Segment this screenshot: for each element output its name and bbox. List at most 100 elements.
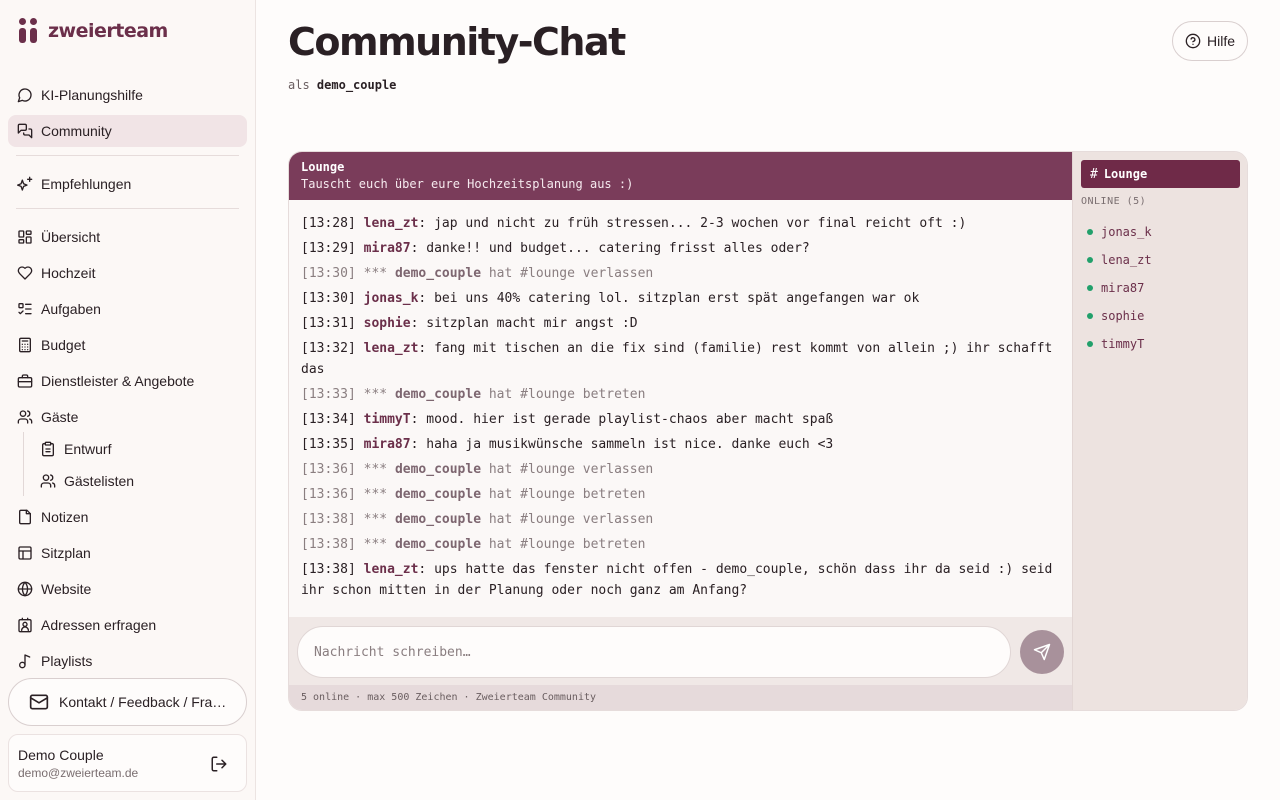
help-button[interactable]: Hilfe [1172, 21, 1248, 61]
chat-message: [13:38] lena_zt: ups hatte das fenster n… [301, 559, 1060, 601]
online-status-icon [1087, 257, 1093, 263]
online-status-icon [1087, 229, 1093, 235]
clipboard-icon [42, 441, 54, 457]
message-nick[interactable]: demo_couple [395, 266, 481, 281]
nav-item-aufgaben[interactable]: Aufgaben [8, 293, 247, 325]
message-nick[interactable]: demo_couple [395, 462, 481, 477]
nav-label: Dienstleister & Angebote [41, 373, 195, 389]
chat-message: [13:29] mira87: danke!! und budget... ca… [301, 238, 1060, 259]
logout-icon[interactable] [210, 755, 228, 773]
contact-feedback-button[interactable]: Kontakt / Feedback / Fragen [8, 678, 247, 726]
message-nick[interactable]: demo_couple [395, 512, 481, 527]
online-user[interactable]: sophie [1087, 302, 1237, 330]
online-user[interactable]: timmyT [1087, 330, 1237, 358]
nav-label: Aufgaben [41, 301, 101, 317]
message-nick[interactable]: lena_zt [364, 216, 419, 231]
message-text: : mood. hier ist gerade playlist-chaos a… [410, 412, 834, 427]
message-text: : sitzplan macht mir angst :D [410, 316, 638, 331]
chat-panel: Lounge Tauscht euch über eure Hochzeitsp… [288, 151, 1248, 711]
message-timestamp: [13:28] [301, 216, 356, 231]
message-text: hat #lounge betreten [481, 487, 646, 502]
system-message: [13:33] *** demo_couple hat #lounge betr… [301, 384, 1060, 405]
message-timestamp: [13:38] [301, 562, 356, 577]
message-text: : jap und nicht zu früh stressen... 2-3 … [418, 216, 967, 231]
system-message: [13:36] *** demo_couple hat #lounge betr… [301, 484, 1060, 505]
message-nick[interactable]: lena_zt [364, 562, 419, 577]
message-nick[interactable]: timmyT [364, 412, 411, 427]
hash-icon: # [1090, 166, 1098, 182]
nav-item-entwurf[interactable]: Entwurf [34, 433, 247, 465]
users-icon [17, 410, 33, 424]
nav-item-notizen[interactable]: Notizen [8, 501, 247, 533]
nav-item-uebersicht[interactable]: Übersicht [8, 221, 247, 253]
chat-message: [13:32] lena_zt: fang mit tischen an die… [301, 338, 1060, 380]
message-nick[interactable]: sophie [364, 316, 411, 331]
message-nick[interactable]: demo_couple [395, 387, 481, 402]
brand-name: zweierteam [48, 20, 168, 42]
heart-icon [17, 266, 33, 280]
nav-item-playlists[interactable]: Playlists [8, 645, 247, 677]
online-user[interactable]: mira87 [1087, 274, 1237, 302]
message-nick[interactable]: mira87 [364, 437, 411, 452]
message-nick[interactable]: jonas_k [364, 291, 419, 306]
online-user-name: sophie [1101, 309, 1145, 323]
chat-sidebar: # Lounge ONLINE (5) jonas_k lena_zt mira87… [1072, 152, 1247, 710]
nav-label: Gäste [41, 409, 79, 425]
message-nick[interactable]: mira87 [364, 241, 411, 256]
channel-item-lounge[interactable]: # Lounge [1081, 160, 1240, 188]
nav-label: KI-Planungshilfe [41, 87, 143, 103]
message-text: hat #lounge betreten [481, 537, 646, 552]
nav-label: Empfehlungen [41, 176, 132, 192]
online-user[interactable]: jonas_k [1087, 218, 1237, 246]
nav-item-hochzeit[interactable]: Hochzeit [8, 257, 247, 289]
nav-item-dienstleister[interactable]: Dienstleister & Angebote [8, 365, 247, 397]
online-user[interactable]: lena_zt [1087, 246, 1237, 274]
online-user-name: jonas_k [1101, 225, 1152, 239]
nav-item-website[interactable]: Website [8, 573, 247, 605]
system-message: [13:38] *** demo_couple hat #lounge verl… [301, 509, 1060, 530]
system-prefix: *** [355, 266, 395, 281]
page-title: Community-Chat [288, 20, 626, 64]
nav-item-ki-planungshilfe[interactable]: KI-Planungshilfe [8, 79, 247, 111]
contact-label: Kontakt / Feedback / Fragen [59, 694, 229, 710]
nav-item-gaeste[interactable]: Gäste [8, 401, 247, 433]
message-nick[interactable]: demo_couple [395, 487, 481, 502]
channel-topic: Tauscht euch über eure Hochzeitsplanung … [301, 177, 634, 191]
message-timestamp: [13:32] [301, 341, 356, 356]
message-text: hat #lounge verlassen [481, 462, 654, 477]
message-timestamp: [13:36] [301, 487, 356, 502]
briefcase-icon [17, 374, 33, 388]
message-nick[interactable]: demo_couple [395, 537, 481, 552]
nav-item-community[interactable]: Community [8, 115, 247, 147]
message-timestamp: [13:34] [301, 412, 356, 427]
music-note-icon [19, 654, 31, 669]
online-status-icon [1087, 313, 1093, 319]
nav-label: Community [41, 123, 112, 139]
nav-item-sitzplan[interactable]: Sitzplan [8, 537, 247, 569]
nav-item-gaestelisten[interactable]: Gästelisten [34, 465, 247, 497]
message-input[interactable] [297, 626, 1011, 678]
chat-message: [13:31] sophie: sitzplan macht mir angst… [301, 313, 1060, 334]
send-button[interactable] [1020, 630, 1064, 674]
system-prefix: *** [355, 387, 395, 402]
message-timestamp: [13:36] [301, 462, 356, 477]
message-nick[interactable]: lena_zt [364, 341, 419, 356]
message-list[interactable]: [13:28] lena_zt: jap und nicht zu früh s… [289, 200, 1072, 617]
brand-logo[interactable]: zweierteam [18, 18, 168, 44]
chat-message: [13:30] jonas_k: bei uns 40% catering lo… [301, 288, 1060, 309]
chat-main: Lounge Tauscht euch über eure Hochzeitsp… [289, 152, 1072, 710]
system-prefix: *** [355, 462, 395, 477]
message-timestamp: [13:31] [301, 316, 356, 331]
sidebar: zweierteam KI-Planungshilfe Community Em… [0, 0, 256, 800]
system-message: [13:36] *** demo_couple hat #lounge verl… [301, 459, 1060, 480]
nav-item-adressen[interactable]: Adressen erfragen [8, 609, 247, 641]
channel-item-label: Lounge [1103, 167, 1148, 181]
note-icon [19, 509, 31, 525]
message-text: hat #lounge verlassen [481, 266, 654, 281]
message-text: hat #lounge betreten [481, 387, 646, 402]
mail-icon [29, 694, 49, 710]
nav-item-empfehlungen[interactable]: Empfehlungen [8, 168, 247, 200]
nav-item-budget[interactable]: Budget [8, 329, 247, 361]
message-timestamp: [13:29] [301, 241, 356, 256]
globe-icon [17, 581, 33, 597]
